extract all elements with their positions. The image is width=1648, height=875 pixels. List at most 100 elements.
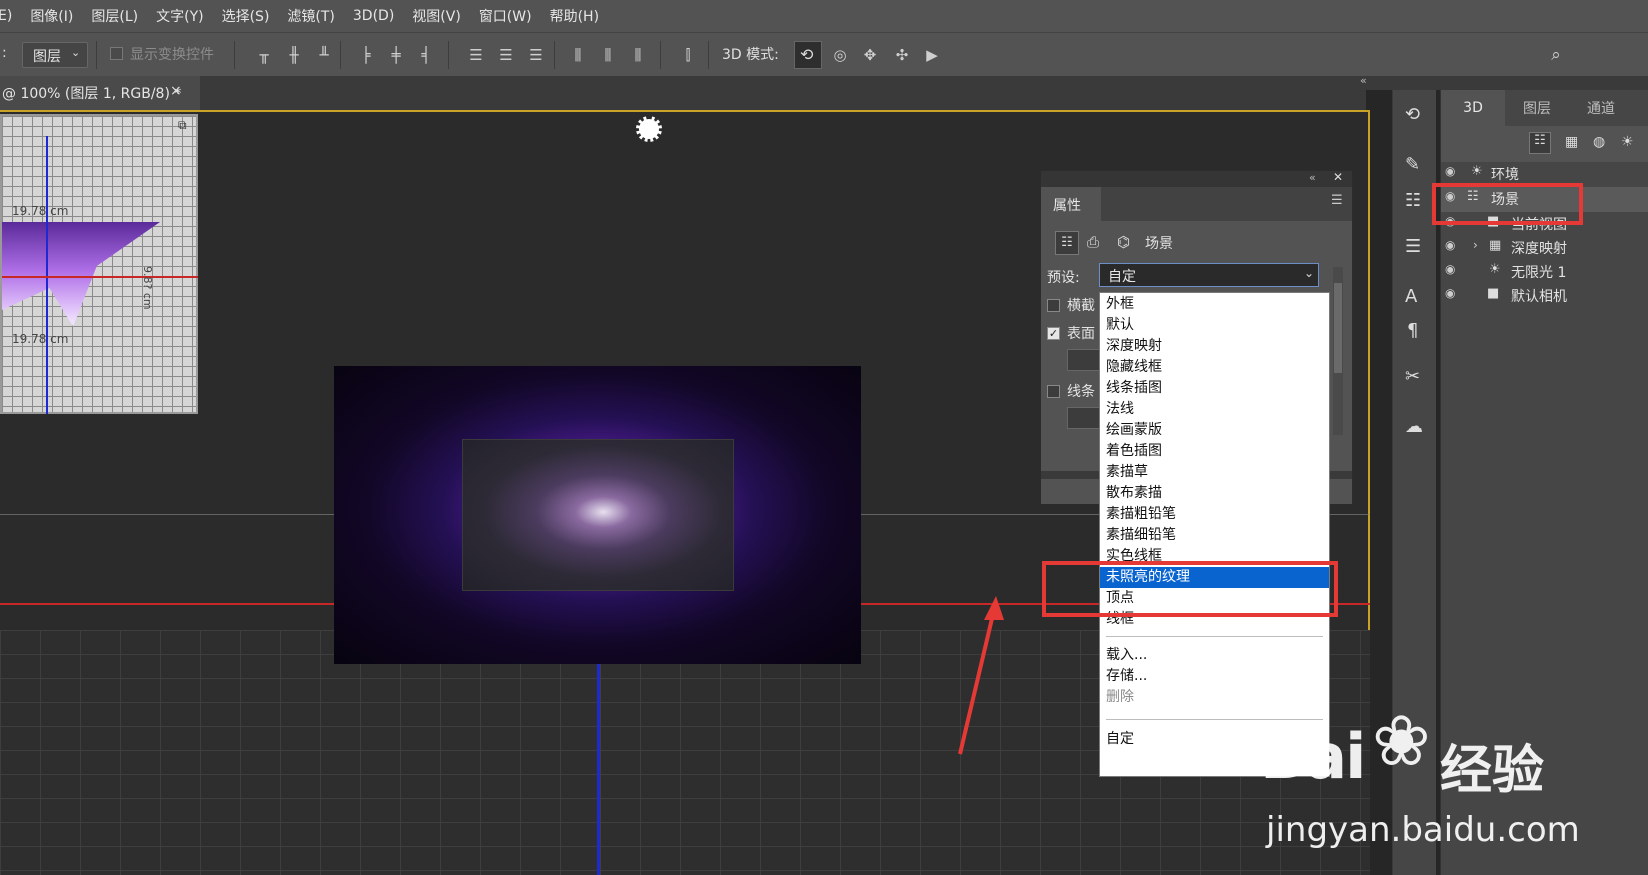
paragraph-icon[interactable]: ¶ (1407, 320, 1418, 341)
close-tab-icon[interactable]: × (170, 83, 182, 99)
menu-item-edit[interactable]: E) (0, 8, 12, 24)
annotation-arrow (958, 596, 1004, 755)
preset-option[interactable]: 外框 (1100, 294, 1329, 315)
divider (340, 41, 341, 69)
lines-checkbox[interactable] (1047, 385, 1060, 398)
3d-secondary-view[interactable]: 19.78 cm 19.78 cm 9.8? cm ⧉ (0, 114, 198, 414)
preset-option[interactable]: 隐藏线框 (1100, 357, 1329, 378)
close-icon[interactable]: ✕ (1333, 170, 1343, 184)
preset-option[interactable]: 素描粗铅笔 (1100, 504, 1329, 525)
preset-option[interactable]: 线条插图 (1100, 378, 1329, 399)
ruler-label-side: 9.8? cm (141, 266, 154, 310)
surface-checkbox[interactable]: ✓ (1047, 327, 1060, 340)
character-icon[interactable]: A (1405, 286, 1417, 307)
visibility-eye-icon[interactable]: ◉ (1445, 262, 1455, 276)
load-preset-option[interactable]: 载入... (1100, 645, 1329, 666)
visibility-eye-icon[interactable]: ◉ (1445, 286, 1455, 300)
distribute-top-icon[interactable]: ☰ (466, 45, 486, 65)
adjust-icon[interactable]: ☷ (1405, 190, 1421, 211)
search-icon[interactable]: ⌕ (1546, 45, 1566, 65)
menu-item-layer[interactable]: 图层(L) (91, 6, 138, 26)
clone-icon[interactable]: ☰ (1405, 236, 1421, 257)
divider (708, 41, 709, 69)
menu-item-filter[interactable]: 滤镜(T) (287, 6, 334, 26)
auto-select-dropdown[interactable]: 图层 ⌄ (22, 42, 88, 68)
expand-view-icon[interactable]: ⧉ (178, 118, 187, 133)
cross-section-checkbox[interactable] (1047, 299, 1060, 312)
layer-name: 无限光 1 (1511, 265, 1567, 281)
preset-option[interactable]: 法线 (1100, 399, 1329, 420)
tab-layers[interactable]: 图层 (1505, 90, 1569, 126)
creative-cloud-icon[interactable]: ☁ (1405, 416, 1423, 437)
filter-scene-icon[interactable]: ☷ (1529, 132, 1551, 154)
preset-select[interactable]: 自定 ⌄ (1099, 263, 1319, 287)
align-hcenter-icon[interactable]: ╪ (386, 45, 406, 65)
menu-item-window[interactable]: 窗口(W) (479, 6, 532, 26)
scrollbar[interactable] (1333, 267, 1343, 435)
filter-material-icon[interactable]: ◍ (1593, 134, 1605, 150)
cross-section-icon[interactable]: ⌬ (1117, 233, 1130, 251)
preset-option[interactable]: 素描草 (1100, 462, 1329, 483)
chevron-right-icon[interactable]: › (1473, 238, 1478, 252)
align-left-icon[interactable]: ╞ (356, 45, 376, 65)
distribute-left-icon[interactable]: ⫼ (568, 45, 588, 65)
scene-icon[interactable]: ☷ (1055, 231, 1079, 255)
distribute-hcenter-icon[interactable]: ⫼ (598, 45, 618, 65)
tab-3d[interactable]: 3D (1441, 90, 1505, 126)
menu-item-image[interactable]: 图像(I) (30, 6, 73, 26)
layer-row-default-camera[interactable]: ◉ ■ 默认相机 (1441, 284, 1648, 309)
distribute-vcenter-icon[interactable]: ☰ (496, 45, 516, 65)
preset-option[interactable]: 着色插图 (1100, 441, 1329, 462)
render-settings-icon[interactable]: ⎙ (1087, 233, 1099, 251)
check-label: 线条 (1067, 384, 1095, 400)
pan-3d-icon[interactable]: ✥ (860, 45, 880, 65)
filter-mesh-icon[interactable]: ▦ (1565, 134, 1578, 150)
preview-y-axis (46, 136, 48, 414)
slide-3d-icon[interactable]: ✣ (892, 45, 912, 65)
auto-align-icon[interactable]: ⫿ (678, 45, 698, 65)
divider (554, 41, 555, 69)
orbit-3d-button[interactable]: ⟲ (794, 41, 822, 69)
history-icon[interactable]: ⟲ (1405, 104, 1420, 125)
distribute-right-icon[interactable]: ⫼ (628, 45, 648, 65)
layer-row-depth-map[interactable]: ◉ › ▦ 深度映射 (1441, 236, 1648, 261)
preset-option[interactable]: 散布素描 (1100, 483, 1329, 504)
document-tab[interactable]: @ 100% (图层 1, RGB/8) * × (0, 76, 200, 110)
filter-light-icon[interactable]: ☀ (1621, 134, 1634, 150)
scale-3d-icon[interactable]: ▶ (922, 45, 942, 65)
menu-item-3d[interactable]: 3D(D) (353, 8, 394, 24)
galaxy-3d-plane[interactable] (334, 366, 861, 664)
layer-row-infinite-light[interactable]: ◉ ☀ 无限光 1 (1441, 260, 1648, 285)
menu-item-type[interactable]: 文字(Y) (156, 6, 203, 26)
properties-tab[interactable]: 属性 (1041, 187, 1101, 221)
menu-item-help[interactable]: 帮助(H) (550, 6, 599, 26)
menu-item-view[interactable]: 视图(V) (412, 6, 461, 26)
preset-option[interactable]: 绘画蒙版 (1100, 420, 1329, 441)
collapse-icon[interactable]: « (1309, 171, 1316, 184)
brush-icon[interactable]: ✎ (1405, 154, 1420, 175)
save-preset-option[interactable]: 存储... (1100, 666, 1329, 687)
distribute-bottom-icon[interactable]: ☰ (526, 45, 546, 65)
collapse-icon[interactable]: « (1360, 74, 1367, 87)
tools-icon[interactable]: ✂ (1405, 366, 1420, 387)
preset-option[interactable]: 默认 (1100, 315, 1329, 336)
annotation-box-option (1042, 561, 1338, 617)
show-transform-checkbox[interactable] (110, 47, 123, 60)
tab-channels[interactable]: 通道 (1569, 90, 1633, 126)
roll-3d-icon[interactable]: ◎ (830, 45, 850, 65)
visibility-eye-icon[interactable]: ◉ (1445, 238, 1455, 252)
align-right-icon[interactable]: ╡ (416, 45, 436, 65)
preset-option[interactable]: 深度映射 (1100, 336, 1329, 357)
preset-option[interactable]: 素描细铅笔 (1100, 525, 1329, 546)
visibility-eye-icon[interactable]: ◉ (1445, 164, 1455, 178)
light-icon[interactable] (636, 116, 662, 142)
scrollbar-thumb[interactable] (1334, 283, 1342, 373)
watermark-brand-suffix: 经验 (1440, 741, 1545, 801)
align-bottom-icon[interactable]: ╨ (314, 45, 334, 65)
menu-item-select[interactable]: 选择(S) (222, 6, 270, 26)
panel-menu-icon[interactable]: ☰ (1331, 193, 1343, 208)
align-top-icon[interactable]: ╥ (254, 45, 274, 65)
align-vcenter-icon[interactable]: ╫ (284, 45, 304, 65)
galaxy-inner-texture (462, 439, 734, 591)
auto-select-value: 图层 (33, 49, 61, 65)
